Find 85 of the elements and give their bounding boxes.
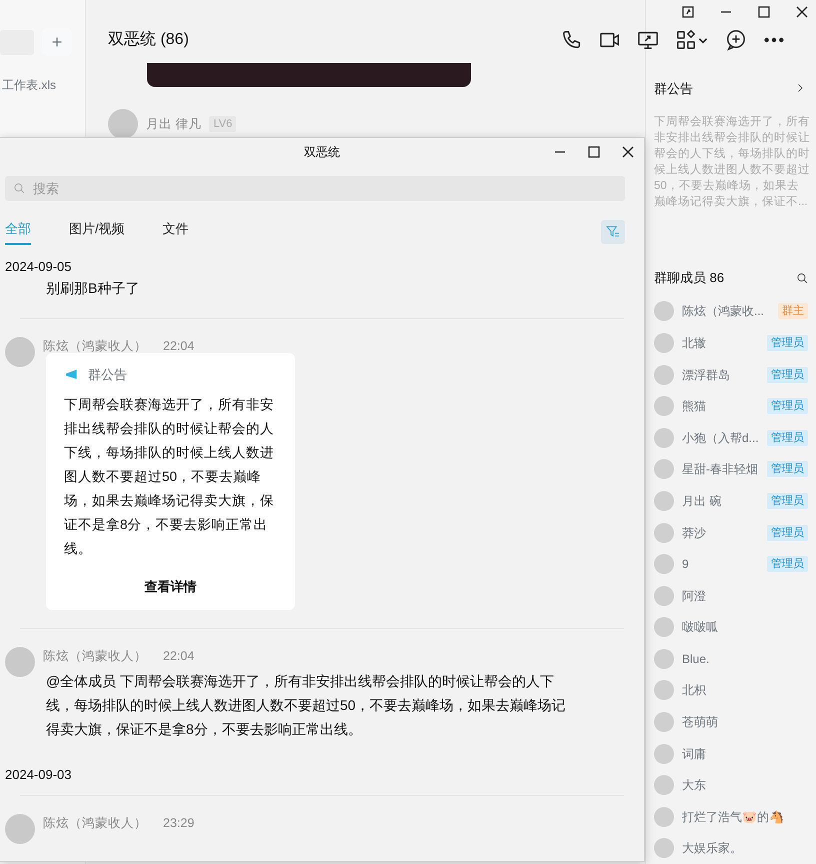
role-badge: 管理员 <box>767 556 808 572</box>
avatar <box>5 337 35 367</box>
message-time: 22:04 <box>163 338 194 355</box>
date-label: 2024-09-05 <box>5 258 72 276</box>
avatar <box>654 522 674 543</box>
search-icon[interactable] <box>796 272 808 284</box>
member-name[interactable]: 词庸 <box>682 744 808 763</box>
member-name[interactable]: 北辙 <box>682 334 759 352</box>
role-badge: 管理员 <box>767 524 808 541</box>
window-title: 双恶统 <box>304 144 340 161</box>
sender-name: 陈炫（鸿蒙收人） <box>43 338 147 355</box>
sender-name: 陈炫（鸿蒙收人） <box>43 814 147 832</box>
role-badge: 管理员 <box>767 366 808 383</box>
filter-button[interactable] <box>601 220 625 244</box>
role-badge: 管理员 <box>767 398 808 414</box>
close-icon[interactable] <box>622 146 634 158</box>
tab[interactable]: 文件 <box>162 219 189 244</box>
file-name[interactable]: 工作表.xls <box>2 76 85 94</box>
member-name[interactable]: Blue. <box>682 650 808 668</box>
member-name[interactable]: 北枳 <box>682 681 808 700</box>
maximize-icon[interactable] <box>758 6 770 18</box>
avatar <box>654 333 674 354</box>
message-text: @全体成员 下周帮会联赛海选开了，所有非安排出线帮会排队的时候让帮会的人下线，每场排队的时候上线人数进图人数不要超过50，不要去巅峰场，如果去巅峰场记得卖大旗，保证不是拿8分，不要去影响正常出线。 <box>46 672 567 739</box>
role-badge: 管理员 <box>767 430 808 446</box>
avatar <box>654 586 674 606</box>
member-name[interactable]: 打烂了浩气🐷的🐴 <box>682 808 808 826</box>
avatar <box>654 775 674 796</box>
avatar <box>654 554 674 574</box>
phone-icon[interactable] <box>561 29 583 51</box>
search-field[interactable]: 搜索 <box>5 176 625 201</box>
avatar <box>5 814 35 844</box>
sender-name: 陈炫（鸿蒙收人） <box>43 648 147 665</box>
card-title: 群公告 <box>88 366 127 384</box>
avatar <box>654 806 674 827</box>
avatar <box>654 648 674 669</box>
message-time: 23:29 <box>163 814 194 832</box>
sender-name: 月出 律凡 <box>146 116 202 133</box>
member-name[interactable]: 月出 碗 <box>682 492 759 510</box>
avatar <box>5 647 35 677</box>
close-icon[interactable] <box>796 6 808 18</box>
avatar <box>654 428 674 448</box>
avatar <box>654 459 674 480</box>
member-name[interactable]: 莽沙 <box>682 524 759 542</box>
role-badge: 管理员 <box>767 335 808 352</box>
avatar <box>654 490 674 511</box>
avatar <box>654 364 674 385</box>
member-name[interactable]: 星甜-春非轻烟 <box>682 460 759 478</box>
chat-title: 双恶统 (86) <box>108 30 189 50</box>
pin-icon[interactable] <box>682 6 694 18</box>
avatar <box>654 744 674 764</box>
avatar <box>654 712 674 732</box>
member-name[interactable]: 小狍（入帮d... <box>682 428 759 447</box>
member-name[interactable]: 大东 <box>682 776 808 794</box>
tab[interactable]: 全部 <box>5 219 31 244</box>
announcement-text: 下周帮会联赛海选开了，所有非安排出线帮会排队的时候让帮会的人下线，每场排队的时候上线人数进图人数不要超过50，不要去巅峰场，如果去巅峰场记得卖大旗，保证不... <box>654 114 810 210</box>
member-name[interactable]: 苍萌萌 <box>682 712 808 731</box>
members-title: 群聊成员 86 <box>654 269 724 288</box>
level-tag: LV6 <box>209 116 236 132</box>
member-name[interactable]: 漂浮群岛 <box>682 366 759 384</box>
announcement-title: 群公告 <box>654 80 693 98</box>
search-icon <box>13 182 25 194</box>
member-name[interactable]: 阿澄 <box>682 586 808 605</box>
view-details-link[interactable]: 查看详情 <box>64 576 277 596</box>
member-name[interactable]: 熊猫 <box>682 397 759 416</box>
avatar <box>654 396 674 416</box>
role-badge: 管理员 <box>767 492 808 509</box>
message-time: 22:04 <box>163 648 194 665</box>
maximize-icon[interactable] <box>588 146 600 158</box>
member-name[interactable]: 陈炫（鸿蒙收... <box>682 302 770 320</box>
tab[interactable]: 图片/视频 <box>69 219 125 244</box>
role-badge: 群主 <box>778 303 808 320</box>
member-name[interactable]: 大娱乐家。 <box>682 839 808 858</box>
member-name[interactable]: 9 <box>682 555 759 574</box>
apps-grid-icon[interactable] <box>675 29 697 51</box>
add-chat-icon[interactable] <box>725 29 747 51</box>
avatar <box>654 680 674 700</box>
role-badge: 管理员 <box>767 461 808 478</box>
avatar <box>654 617 674 638</box>
avatar <box>654 301 674 322</box>
screen-share-icon[interactable] <box>637 29 659 51</box>
member-name[interactable]: 啵啵呱 <box>682 618 808 636</box>
announcement-text: 下周帮会联赛海选开了，所有非安排出线帮会排队的时候让帮会的人下线，每场排队的时候上线人数进图人数不要超过50，不要去巅峰场，如果去巅峰场记得卖大旗，保证不是拿8分，不要去影响正常出线。 <box>64 396 275 558</box>
avatar <box>654 838 674 858</box>
message-text: 别刷那B种子了 <box>46 279 140 298</box>
date-label: 2024-09-03 <box>5 766 72 784</box>
